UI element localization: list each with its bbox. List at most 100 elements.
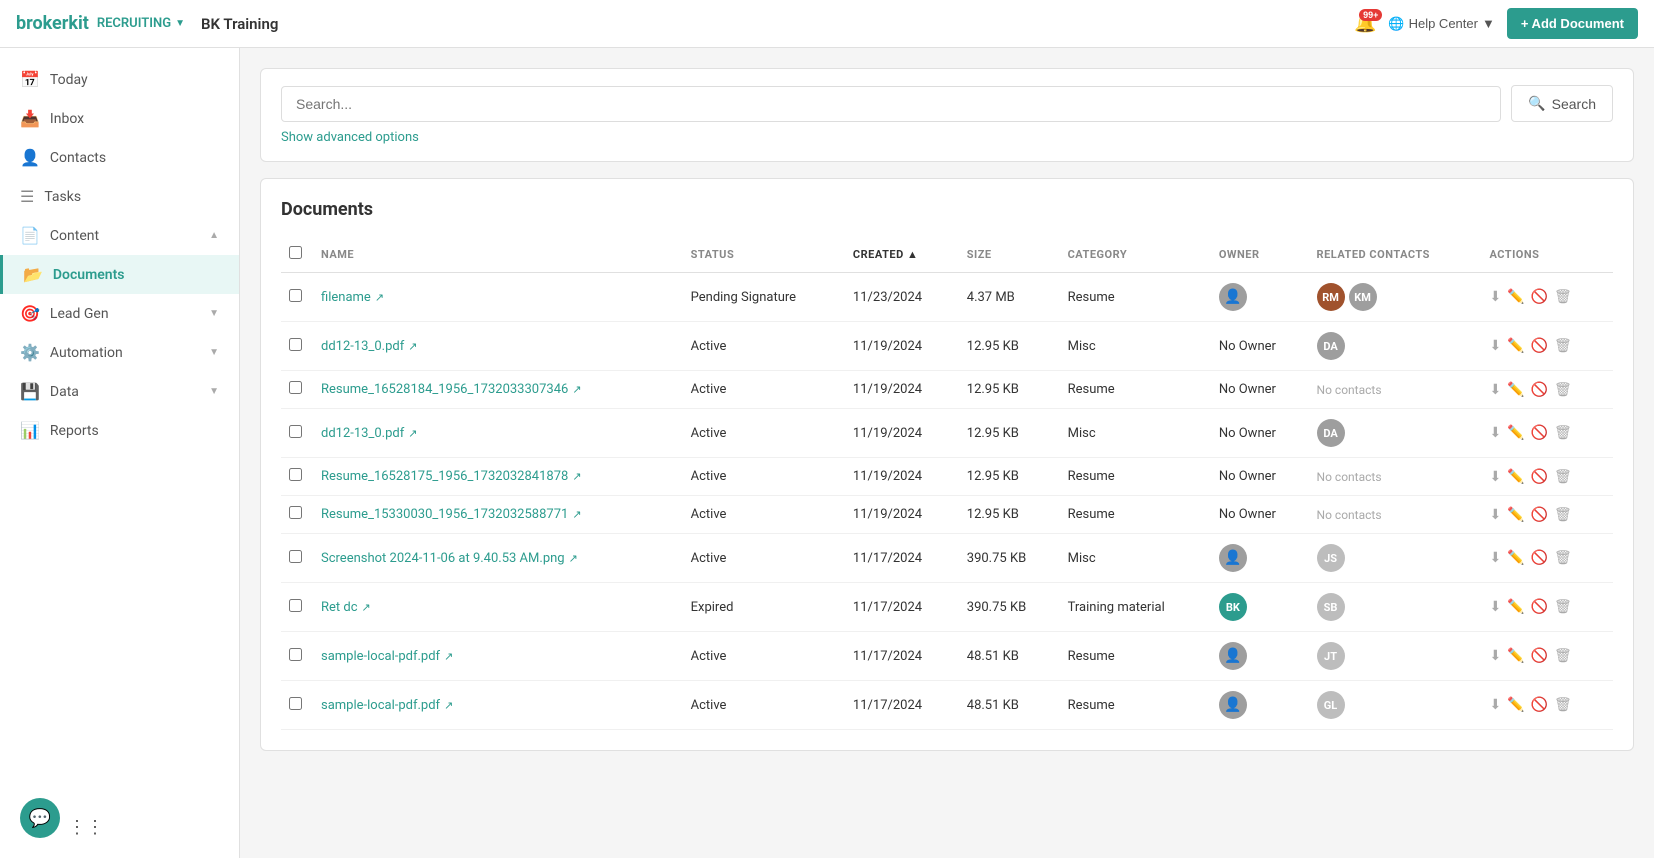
edit-icon[interactable]: ✏️ <box>1507 469 1524 485</box>
sidebar-item-documents[interactable]: 📂 Documents <box>0 255 239 294</box>
notifications-button[interactable]: 🔔 99+ <box>1354 13 1376 34</box>
actions-cell: ⬇ ✏️ 🚫 🗑 <box>1481 273 1613 322</box>
created-date: 11/19/2024 <box>845 322 959 371</box>
row-checkbox[interactable] <box>289 338 302 351</box>
advanced-options-link[interactable]: Show advanced options <box>281 130 419 145</box>
table-row: dd12-13_0.pdf↗Active11/19/202412.95 KBMi… <box>281 322 1613 371</box>
delete-icon[interactable]: 🗑 <box>1554 550 1572 566</box>
sidebar-item-data[interactable]: 💾 Data ▼ <box>0 372 239 411</box>
edit-icon[interactable]: ✏️ <box>1507 507 1524 523</box>
document-link[interactable]: Resume_16528175_1956_1732032841878↗ <box>321 469 582 484</box>
chat-bubble[interactable]: 💬 <box>20 798 60 838</box>
delete-icon[interactable]: 🗑 <box>1554 425 1572 441</box>
document-link[interactable]: sample-local-pdf.pdf↗ <box>321 649 453 664</box>
edit-icon[interactable]: ✏️ <box>1507 382 1524 398</box>
row-checkbox[interactable] <box>289 425 302 438</box>
document-link[interactable]: dd12-13_0.pdf↗ <box>321 339 417 354</box>
sidebar-item-contacts[interactable]: 👤 Contacts <box>0 138 239 177</box>
download-icon[interactable]: ⬇ <box>1489 338 1501 354</box>
documents-icon: 📂 <box>23 265 43 284</box>
sidebar-item-today[interactable]: 📅 Today <box>0 60 239 99</box>
sidebar-item-inbox[interactable]: 📥 Inbox <box>0 99 239 138</box>
disable-icon[interactable]: 🚫 <box>1531 289 1548 305</box>
row-checkbox[interactable] <box>289 648 302 661</box>
row-checkbox[interactable] <box>289 468 302 481</box>
disable-icon[interactable]: 🚫 <box>1531 469 1548 485</box>
disable-icon[interactable]: 🚫 <box>1531 697 1548 713</box>
document-link[interactable]: sample-local-pdf.pdf↗ <box>321 698 453 713</box>
chevron-icon: ▼ <box>209 347 219 358</box>
file-size: 12.95 KB <box>959 458 1060 496</box>
search-button[interactable]: 🔍 Search <box>1511 85 1613 122</box>
edit-icon[interactable]: ✏️ <box>1507 338 1524 354</box>
sidebar-label-data: Data <box>50 384 79 400</box>
disable-icon[interactable]: 🚫 <box>1531 507 1548 523</box>
contact-avatar: KM <box>1349 283 1377 311</box>
recruiting-dropdown[interactable]: RECRUITING ▼ <box>97 16 185 31</box>
help-center-button[interactable]: 🌐 Help Center ▼ <box>1388 16 1494 32</box>
sidebar-item-content[interactable]: 📄 Content ▲ <box>0 216 239 255</box>
document-link[interactable]: dd12-13_0.pdf↗ <box>321 426 417 441</box>
edit-icon[interactable]: ✏️ <box>1507 425 1524 441</box>
disable-icon[interactable]: 🚫 <box>1531 648 1548 664</box>
document-link[interactable]: filename↗ <box>321 290 384 305</box>
download-icon[interactable]: ⬇ <box>1489 599 1501 615</box>
disable-icon[interactable]: 🚫 <box>1531 338 1548 354</box>
delete-icon[interactable]: 🗑 <box>1554 338 1572 354</box>
sidebar-item-reports[interactable]: 📊 Reports <box>0 411 239 450</box>
table-row: Ret dc↗Expired11/17/2024390.75 KBTrainin… <box>281 583 1613 632</box>
avatar: 👤 <box>1219 691 1247 719</box>
document-link[interactable]: Resume_16528184_1956_1732033307346↗ <box>321 382 582 397</box>
col-name: NAME <box>313 236 683 273</box>
row-checkbox[interactable] <box>289 550 302 563</box>
row-checkbox[interactable] <box>289 289 302 302</box>
delete-icon[interactable]: 🗑 <box>1554 697 1572 713</box>
document-link[interactable]: Resume_15330030_1956_1732032588771↗ <box>321 507 582 522</box>
avatar: 👤 <box>1219 283 1247 311</box>
delete-icon[interactable]: 🗑 <box>1554 289 1572 305</box>
row-checkbox[interactable] <box>289 599 302 612</box>
select-all-checkbox[interactable] <box>289 246 302 259</box>
sidebar-label-content: Content <box>50 228 99 244</box>
row-checkbox[interactable] <box>289 381 302 394</box>
download-icon[interactable]: ⬇ <box>1489 550 1501 566</box>
search-input[interactable] <box>281 86 1501 122</box>
disable-icon[interactable]: 🚫 <box>1531 425 1548 441</box>
delete-icon[interactable]: 🗑 <box>1554 648 1572 664</box>
owner: No Owner <box>1211 458 1309 496</box>
delete-icon[interactable]: 🗑 <box>1554 382 1572 398</box>
delete-icon[interactable]: 🗑 <box>1554 469 1572 485</box>
edit-icon[interactable]: ✏️ <box>1507 289 1524 305</box>
add-document-button[interactable]: + Add Document <box>1507 8 1638 39</box>
delete-icon[interactable]: 🗑 <box>1554 507 1572 523</box>
edit-icon[interactable]: ✏️ <box>1507 550 1524 566</box>
contact-avatar: GL <box>1317 691 1345 719</box>
edit-icon[interactable]: ✏️ <box>1507 599 1524 615</box>
documents-title: Documents <box>281 199 1613 220</box>
file-size: 12.95 KB <box>959 371 1060 409</box>
disable-icon[interactable]: 🚫 <box>1531 382 1548 398</box>
table-row: filename↗Pending Signature11/23/20244.37… <box>281 273 1613 322</box>
contact-avatar: JT <box>1317 642 1345 670</box>
document-link[interactable]: Ret dc↗ <box>321 600 371 615</box>
download-icon[interactable]: ⬇ <box>1489 425 1501 441</box>
row-checkbox[interactable] <box>289 506 302 519</box>
sidebar-item-lead-gen[interactable]: 🎯 Lead Gen ▼ <box>0 294 239 333</box>
disable-icon[interactable]: 🚫 <box>1531 550 1548 566</box>
download-icon[interactable]: ⬇ <box>1489 289 1501 305</box>
sidebar-item-tasks[interactable]: ☰ Tasks <box>0 177 239 216</box>
row-checkbox[interactable] <box>289 697 302 710</box>
sidebar-item-automation[interactable]: ⚙️ Automation ▼ <box>0 333 239 372</box>
download-icon[interactable]: ⬇ <box>1489 697 1501 713</box>
download-icon[interactable]: ⬇ <box>1489 648 1501 664</box>
edit-icon[interactable]: ✏️ <box>1507 648 1524 664</box>
col-created[interactable]: CREATED ▲ <box>845 236 959 273</box>
download-icon[interactable]: ⬇ <box>1489 507 1501 523</box>
delete-icon[interactable]: 🗑 <box>1554 599 1572 615</box>
edit-icon[interactable]: ✏️ <box>1507 697 1524 713</box>
download-icon[interactable]: ⬇ <box>1489 469 1501 485</box>
disable-icon[interactable]: 🚫 <box>1531 599 1548 615</box>
download-icon[interactable]: ⬇ <box>1489 382 1501 398</box>
document-link[interactable]: Screenshot 2024-11-06 at 9.40.53 AM.png↗ <box>321 551 578 566</box>
grid-icon[interactable]: ⋮⋮ <box>68 817 104 838</box>
